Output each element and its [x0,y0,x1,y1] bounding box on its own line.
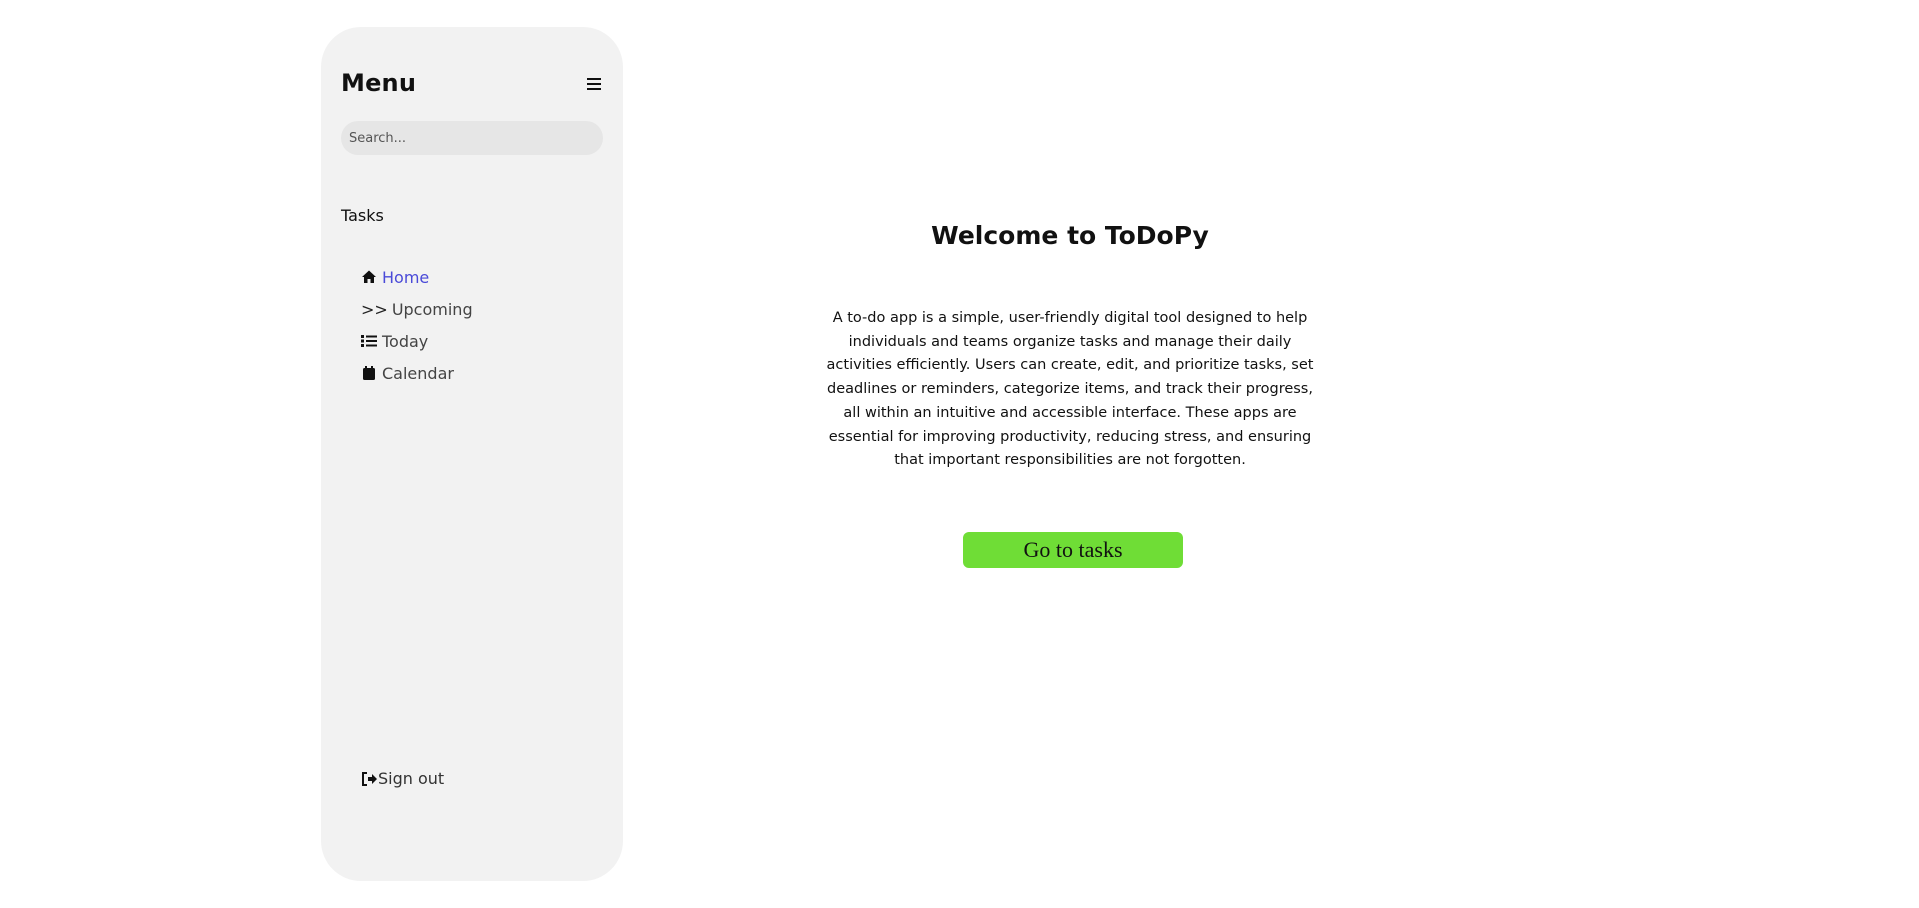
page-title: Welcome to ToDoPy [931,221,1209,250]
sign-out-button[interactable]: Sign out [361,769,444,788]
calendar-icon [361,365,377,381]
double-chevron-right-icon: >> [361,299,388,319]
search-input[interactable] [341,121,603,155]
sign-out-icon [361,771,377,787]
sidebar-item-label: Home [382,267,430,287]
list-icon [361,333,377,349]
hamburger-menu-icon[interactable] [587,78,601,90]
sidebar-item-label: Upcoming [391,299,473,319]
sidebar-item-calendar[interactable]: Calendar [361,362,454,384]
sidebar-item-upcoming[interactable]: >> Upcoming [361,298,473,320]
sidebar-item-today[interactable]: Today [361,330,428,352]
sidebar-item-label: Today [382,331,429,351]
sign-out-label: Sign out [378,769,445,788]
nav-section-tasks: Tasks [341,206,384,225]
home-icon [361,269,377,285]
sidebar-item-home[interactable]: Home [361,266,429,288]
menu-title: Menu [341,69,417,97]
sidebar: Menu Tasks Home >> Upcoming [321,27,623,881]
sidebar-item-label: Calendar [382,363,454,383]
app-description: A to-do app is a simple, user-friendly d… [826,310,1314,469]
menu-header: Menu [341,69,603,99]
go-to-tasks-button[interactable]: Go to tasks [963,532,1183,568]
